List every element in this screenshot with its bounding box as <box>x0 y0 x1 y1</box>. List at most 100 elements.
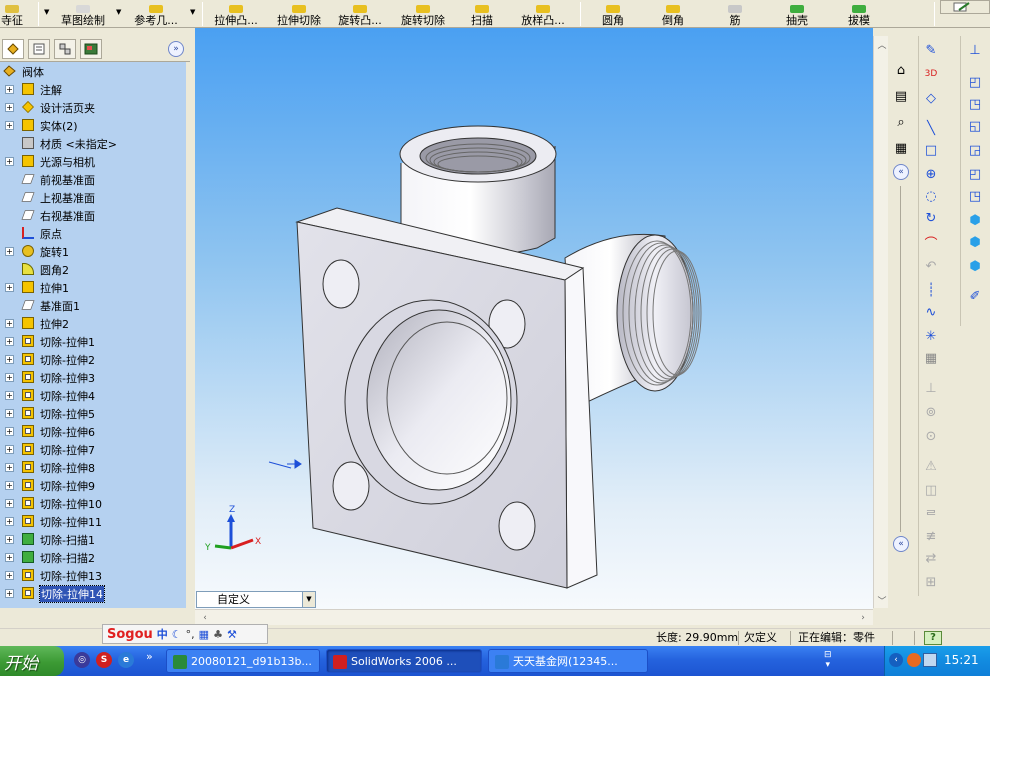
fillet-sketch-icon[interactable]: ↶ <box>921 256 941 276</box>
sketch-icon[interactable]: ✎ <box>921 40 941 60</box>
tree-item[interactable]: + 切除-拉伸13 <box>0 566 186 584</box>
ime-mode[interactable]: 中 <box>157 626 168 642</box>
tree-item[interactable]: + 旋转1 <box>0 242 186 260</box>
viewport-vertical-scrollbar[interactable]: ︿ ﹀ <box>873 36 889 608</box>
tab-configuration-manager[interactable] <box>54 39 76 59</box>
revolve-cut-button[interactable]: 旋转切除 <box>396 0 450 27</box>
chevron-down-icon[interactable]: ▼ <box>44 8 49 16</box>
chevron-down-icon[interactable]: ▼ <box>190 8 195 16</box>
tree-item[interactable]: + 切除-拉伸1 <box>0 332 186 350</box>
tree-item[interactable]: + 注解 <box>0 80 186 98</box>
sweep-button[interactable]: 扫描 <box>466 0 498 27</box>
expand-toggle-icon[interactable]: + <box>5 481 14 490</box>
tree-item[interactable]: + 切除-拉伸2 <box>0 350 186 368</box>
expand-toggle-icon[interactable]: + <box>5 553 14 562</box>
tree-item[interactable]: 基准面1 <box>0 296 186 314</box>
home-view-icon[interactable]: ⌂ <box>891 60 911 80</box>
offset-entities-icon[interactable]: ⊚ <box>921 402 941 422</box>
network-icon[interactable] <box>923 653 937 667</box>
tree-item[interactable]: + 光源与相机 <box>0 152 186 170</box>
double-chevron-left-icon[interactable]: « <box>893 536 909 552</box>
keyboard-icon[interactable]: ▦ <box>199 628 209 641</box>
wrench-icon[interactable]: ⚒ <box>227 628 237 641</box>
tree-item[interactable]: 原点 <box>0 224 186 242</box>
expand-toggle-icon[interactable]: + <box>5 247 14 256</box>
tree-item[interactable]: + 拉伸2 <box>0 314 186 332</box>
dimetric-view-icon[interactable]: ⬢ <box>965 256 985 276</box>
expand-toggle-icon[interactable]: + <box>5 589 14 598</box>
linear-pattern-icon[interactable]: ≢ <box>921 526 941 546</box>
expand-toggle-icon[interactable]: + <box>5 121 14 130</box>
chamfer-button[interactable]: 倒角 <box>656 0 690 27</box>
expand-toggle-icon[interactable]: + <box>5 463 14 472</box>
add-relation-icon[interactable]: ⊞ <box>921 572 941 592</box>
taskbar-button[interactable]: SolidWorks 2006 ... <box>326 649 482 673</box>
tree-item[interactable]: + 设计活页夹 <box>0 98 186 116</box>
punctuation-icon[interactable]: °, <box>186 628 195 641</box>
tab-property-manager[interactable] <box>28 39 50 59</box>
tree-item[interactable]: + 切除-拉伸6 <box>0 422 186 440</box>
view-orientation-icon[interactable]: ▤ <box>891 86 911 106</box>
graphics-area[interactable]: Z X Y <box>195 28 873 611</box>
tray-app-icon[interactable] <box>907 653 921 667</box>
configuration-dropdown[interactable]: 自定义 ▼ <box>196 591 316 608</box>
tree-item[interactable]: 前视基准面 <box>0 170 186 188</box>
ie-icon[interactable]: e <box>118 652 134 668</box>
tree-item[interactable]: + 切除-拉伸10 <box>0 494 186 512</box>
tree-item[interactable]: + 拉伸1 <box>0 278 186 296</box>
extrude-cut-button[interactable]: 拉伸切除 <box>272 0 326 27</box>
rib-button[interactable]: 筋 <box>724 0 746 27</box>
construction-geometry-icon[interactable]: ▦ <box>921 348 941 368</box>
draft-button[interactable]: 拔模 <box>842 0 876 27</box>
double-chevron-right-icon[interactable]: » <box>168 41 184 57</box>
tree-item[interactable]: + 切除-扫描1 <box>0 530 186 548</box>
expand-toggle-icon[interactable]: + <box>5 445 14 454</box>
loft-boss-button[interactable]: 放样凸... <box>514 0 572 27</box>
tree-item[interactable]: + 切除-拉伸8 <box>0 458 186 476</box>
viewport-horizontal-scrollbar[interactable]: ‹ › <box>195 609 873 625</box>
solidworks-icon[interactable]: S <box>96 652 112 668</box>
shell-button[interactable]: 抽壳 <box>780 0 814 27</box>
skin-icon[interactable]: ♣ <box>213 628 223 641</box>
language-bar-icon[interactable]: ⊟ ▾ <box>824 650 832 670</box>
ime-toolbar[interactable]: Sogou 中 ☾ °, ▦ ♣ ⚒ <box>102 624 268 644</box>
tab-display-manager[interactable] <box>80 39 102 59</box>
tree-item[interactable]: + 切除-拉伸14 <box>0 584 186 603</box>
display-style-icon[interactable]: ▦ <box>891 138 911 158</box>
trimetric-view-icon[interactable]: ⬢ <box>965 232 985 252</box>
scroll-right-icon[interactable]: › <box>855 610 871 626</box>
tree-item[interactable]: 圆角2 <box>0 260 186 278</box>
taskbar-button[interactable]: 20080121_d91b13b... <box>166 649 320 673</box>
revolve-boss-button[interactable]: 旋转凸... <box>332 0 388 27</box>
tree-item[interactable]: + 切除-拉伸7 <box>0 440 186 458</box>
3d-sketch-icon[interactable]: 3D <box>921 64 941 84</box>
sketch-button[interactable]: 草图绘制 <box>56 0 110 27</box>
three-point-arc-icon[interactable]: ⌒ <box>921 232 941 252</box>
taskbar-button[interactable]: 天天基金网(12345... <box>488 649 648 673</box>
tree-root[interactable]: 阀体 <box>0 62 186 80</box>
back-view-icon[interactable]: ◳ <box>965 94 985 114</box>
extrude-boss-button[interactable]: 拉伸凸... <box>208 0 264 27</box>
centerline-icon[interactable]: ┊ <box>921 280 941 300</box>
double-chevron-left-icon[interactable]: « <box>893 164 909 180</box>
edit-sketch-toolbar-button[interactable] <box>940 0 990 14</box>
chevron-down-icon[interactable]: ▼ <box>302 592 315 607</box>
expand-toggle-icon[interactable]: + <box>5 319 14 328</box>
chevron-right-icon[interactable]: » <box>146 650 153 663</box>
help-button[interactable]: ? <box>924 631 942 645</box>
moon-icon[interactable]: ☾ <box>172 628 182 641</box>
search-icon[interactable]: ◎ <box>74 652 90 668</box>
arc-icon[interactable]: ◌ <box>921 186 941 206</box>
right-view-icon[interactable]: ◲ <box>965 140 985 160</box>
chevron-left-icon[interactable]: ‹ <box>889 653 903 667</box>
expand-toggle-icon[interactable]: + <box>5 103 14 112</box>
tree-item[interactable]: 材质 <未指定> <box>0 134 186 152</box>
extend-icon[interactable]: ◫ <box>921 480 941 500</box>
expand-toggle-icon[interactable]: + <box>5 85 14 94</box>
feature-button[interactable]: 寺征 <box>0 0 24 27</box>
top-view-icon[interactable]: ◰ <box>965 164 985 184</box>
chevron-down-icon[interactable]: ▼ <box>116 8 121 16</box>
valve-body-model[interactable]: Z X Y <box>195 28 873 611</box>
tree-item[interactable]: + 切除-拉伸5 <box>0 404 186 422</box>
expand-toggle-icon[interactable]: + <box>5 427 14 436</box>
